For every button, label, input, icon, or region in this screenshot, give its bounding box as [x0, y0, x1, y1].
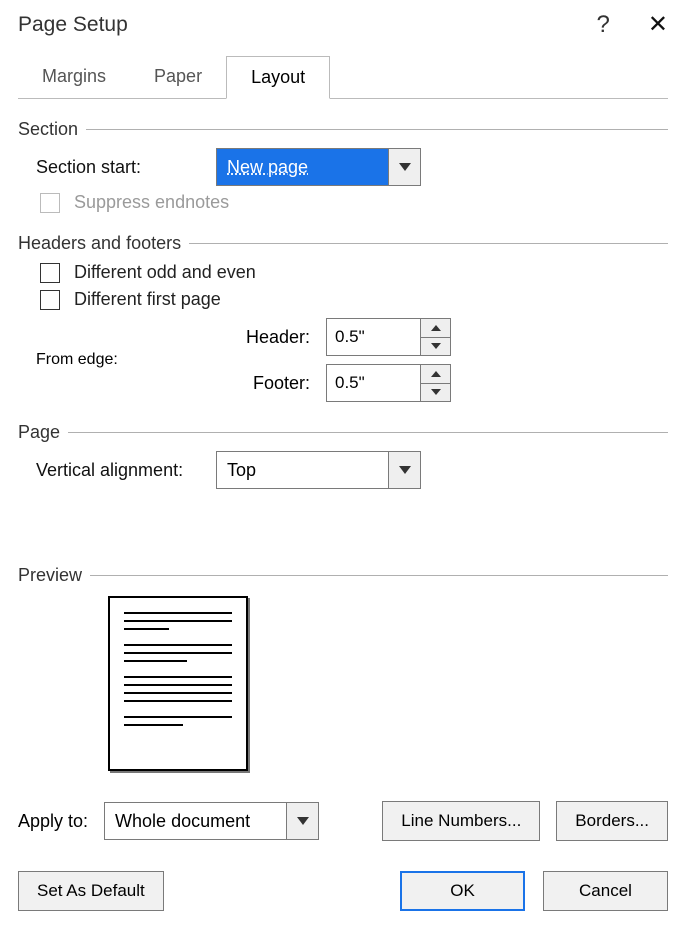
section-start-combo[interactable]: New page: [216, 148, 421, 186]
line-numbers-button[interactable]: Line Numbers...: [382, 801, 540, 841]
footer-edge-spinner[interactable]: [326, 364, 451, 402]
different-odd-even-checkbox[interactable]: [40, 263, 60, 283]
page-preview: [108, 596, 248, 771]
apply-row: Apply to: Whole document Line Numbers...…: [18, 801, 668, 841]
header-edge-label: Header:: [226, 327, 316, 348]
chevron-down-icon[interactable]: [286, 803, 318, 839]
vertical-alignment-combo[interactable]: Top: [216, 451, 421, 489]
section-start-value: New page: [217, 149, 388, 185]
suppress-endnotes-row: Suppress endnotes: [40, 192, 668, 213]
suppress-endnotes-checkbox: [40, 193, 60, 213]
footer-edge-input[interactable]: [327, 365, 420, 401]
header-edge-spinner[interactable]: [326, 318, 451, 356]
chevron-down-icon[interactable]: [388, 149, 420, 185]
section-header-preview: Preview: [18, 565, 668, 586]
dialog-title: Page Setup: [18, 13, 128, 37]
cancel-button[interactable]: Cancel: [543, 871, 668, 911]
from-edge-grid: From edge: Header: Footer:: [36, 318, 668, 402]
section-header-hf: Headers and footers: [18, 233, 668, 254]
apply-to-label: Apply to:: [18, 811, 88, 832]
section-start-row: Section start: New page: [36, 148, 668, 186]
dialog-body: Margins Paper Layout Section Section sta…: [0, 55, 686, 929]
preview-header-label: Preview: [18, 565, 90, 586]
section-start-label: Section start:: [36, 157, 216, 178]
section-header-section: Section: [18, 119, 668, 140]
vertical-alignment-value: Top: [217, 452, 388, 488]
vertical-alignment-row: Vertical alignment: Top: [36, 451, 668, 489]
section-header-page: Page: [18, 422, 668, 443]
apply-to-value: Whole document: [105, 803, 286, 839]
tab-layout[interactable]: Layout: [226, 56, 330, 99]
spin-up-icon[interactable]: [421, 365, 450, 384]
spin-down-icon[interactable]: [421, 338, 450, 356]
spin-down-icon[interactable]: [421, 384, 450, 402]
help-icon[interactable]: ?: [597, 11, 610, 39]
spin-up-icon[interactable]: [421, 319, 450, 338]
different-odd-even-label: Different odd and even: [74, 262, 256, 283]
from-edge-label: From edge:: [36, 351, 216, 369]
titlebar: Page Setup ? ✕: [0, 0, 686, 51]
hf-header-label: Headers and footers: [18, 233, 189, 254]
ok-button[interactable]: OK: [400, 871, 525, 911]
suppress-endnotes-label: Suppress endnotes: [74, 192, 229, 213]
borders-button[interactable]: Borders...: [556, 801, 668, 841]
tab-bar: Margins Paper Layout: [18, 55, 668, 99]
tab-margins[interactable]: Margins: [18, 56, 130, 99]
chevron-down-icon[interactable]: [388, 452, 420, 488]
different-first-page-label: Different first page: [74, 289, 221, 310]
vertical-alignment-label: Vertical alignment:: [36, 460, 216, 481]
footer-edge-label: Footer:: [226, 373, 316, 394]
section-header-label: Section: [18, 119, 86, 140]
page-header-label: Page: [18, 422, 68, 443]
tab-paper[interactable]: Paper: [130, 56, 226, 99]
different-first-page-checkbox[interactable]: [40, 290, 60, 310]
header-edge-input[interactable]: [327, 319, 420, 355]
dialog-footer: Set As Default OK Cancel: [18, 871, 668, 911]
close-icon[interactable]: ✕: [648, 10, 668, 39]
apply-to-combo[interactable]: Whole document: [104, 802, 319, 840]
different-odd-even-row[interactable]: Different odd and even: [40, 262, 668, 283]
set-as-default-button[interactable]: Set As Default: [18, 871, 164, 911]
different-first-page-row[interactable]: Different first page: [40, 289, 668, 310]
